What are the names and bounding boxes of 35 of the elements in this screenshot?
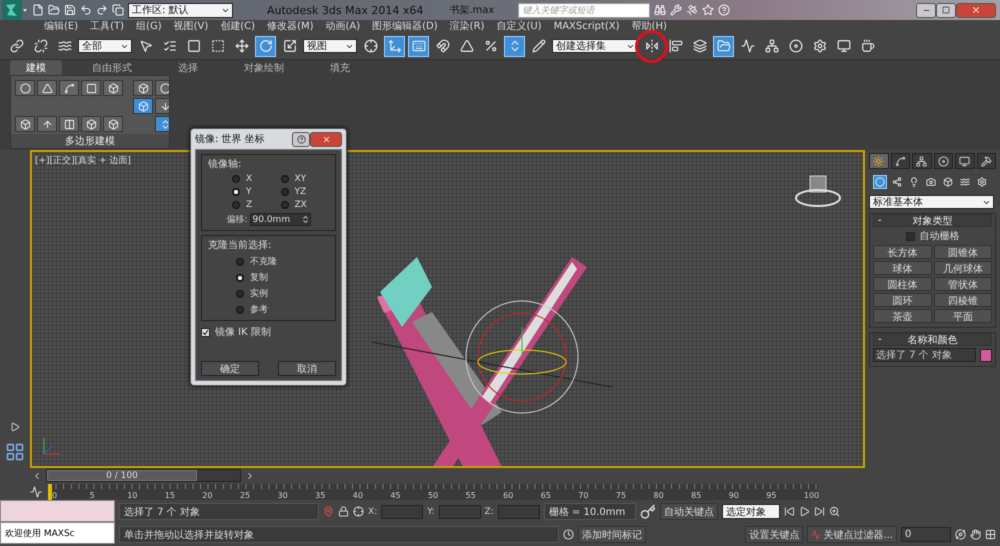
frame-number: 85 bbox=[691, 490, 702, 500]
frame-number: 30 bbox=[278, 490, 289, 500]
frame-number: 75 bbox=[616, 490, 628, 500]
frame-number: 50 bbox=[428, 490, 440, 500]
frame-number: 100 bbox=[804, 490, 818, 500]
selection-status: 选择了 7 个 对象 bbox=[119, 503, 319, 520]
frame-number: 90 bbox=[728, 490, 740, 500]
coordinate-label: Y: bbox=[427, 506, 435, 516]
frame-number: 25 bbox=[240, 490, 252, 500]
file-name: 书架.max bbox=[449, 4, 494, 17]
offset-label: 偏移: bbox=[226, 214, 248, 226]
frame-number: 15 bbox=[164, 490, 176, 500]
rollout-title: 对象类型 bbox=[912, 214, 952, 228]
frame-number: 45 bbox=[390, 490, 402, 500]
maxscript-output: 欢迎使用 MAXSc bbox=[0, 522, 115, 544]
frame-number: 20 bbox=[202, 490, 214, 500]
frame-number: 60 bbox=[503, 490, 514, 500]
frame-number: 55 bbox=[466, 490, 477, 500]
coordinate-label: Z: bbox=[484, 506, 494, 516]
frame-number: 0 bbox=[52, 490, 58, 500]
frame-number: 80 bbox=[654, 490, 665, 500]
frame-number: 35 bbox=[315, 490, 326, 500]
frame-number: 70 bbox=[578, 490, 590, 500]
grid-size: 栅格 = 10.0mm bbox=[544, 503, 636, 520]
group-label: 镜像轴: bbox=[208, 158, 242, 171]
frame-number: 65 bbox=[540, 490, 552, 500]
group-label: 克隆当前选择: bbox=[208, 238, 272, 252]
dialog-title: 镜像: 世界 坐标 bbox=[195, 132, 265, 146]
coordinate-label: X: bbox=[368, 506, 378, 516]
app-title: Autodesk 3ds Max 2014 x64 bbox=[267, 4, 424, 16]
rollout-title: 名称和颜色 bbox=[908, 334, 958, 346]
frame-number: 95 bbox=[766, 490, 778, 500]
frame-number: 40 bbox=[352, 490, 364, 500]
frame-number: 5 bbox=[90, 490, 96, 500]
frame-number: 10 bbox=[127, 490, 138, 500]
